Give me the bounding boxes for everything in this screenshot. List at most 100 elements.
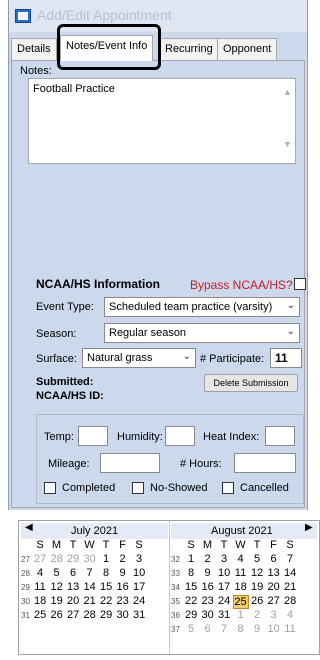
calendar-day[interactable]: 22 [185, 595, 197, 607]
bypass-checkbox[interactable] [294, 278, 306, 290]
calendar-day[interactable]: 19 [251, 581, 263, 593]
calendar-day[interactable]: 3 [268, 609, 280, 621]
season-select[interactable]: Regular season ⌄ [104, 323, 300, 343]
completed-checkbox[interactable] [44, 482, 56, 494]
calendar-day[interactable]: 30 [84, 553, 96, 565]
calendar-day[interactable]: 7 [218, 623, 230, 635]
mileage-input[interactable] [100, 453, 160, 473]
calendar-day[interactable]: 22 [100, 595, 112, 607]
notes-scrollbar[interactable]: ▲ ▼ [279, 79, 295, 163]
notes-textarea[interactable]: Football Practice ▲ ▼ [28, 78, 296, 164]
humidity-input[interactable] [165, 426, 195, 446]
calendar-day[interactable]: 14 [284, 567, 296, 579]
calendar-day[interactable]: 6 [202, 623, 214, 635]
delete-submission-button[interactable]: Delete Submission [204, 374, 298, 392]
calendar-day[interactable]: 11 [235, 567, 247, 579]
calendar-day[interactable]: 7 [284, 553, 296, 565]
calendar-day[interactable]: 8 [185, 567, 197, 579]
calendar-day[interactable]: 6 [67, 567, 79, 579]
calendar-day[interactable]: 23 [202, 595, 214, 607]
calendar-day[interactable]: 7 [84, 567, 96, 579]
calendar-day[interactable]: 17 [133, 581, 145, 593]
calendar-day[interactable]: 2 [117, 553, 129, 565]
calendar-day[interactable]: 28 [284, 595, 296, 607]
calendar-day[interactable]: 30 [202, 609, 214, 621]
calendar-day[interactable]: 31 [133, 609, 145, 621]
calendar-day[interactable]: 4 [284, 609, 296, 621]
tab-notes-event-info[interactable]: Notes/Event Info [60, 35, 154, 61]
no-showed-checkbox[interactable] [132, 482, 144, 494]
calendar-day[interactable]: 1 [235, 609, 247, 621]
tab-opponent[interactable]: Opponent [217, 38, 278, 60]
scroll-up-icon[interactable]: ▲ [283, 87, 292, 97]
calendar-day[interactable]: 6 [268, 553, 280, 565]
calendar-day[interactable]: 15 [100, 581, 112, 593]
calendar-day[interactable]: 21 [84, 595, 96, 607]
calendar-day[interactable]: 5 [185, 623, 197, 635]
temp-input[interactable] [78, 426, 108, 446]
calendar-day[interactable]: 10 [268, 623, 280, 635]
cancelled-checkbox[interactable] [222, 482, 234, 494]
calendar-day[interactable]: 25 [34, 609, 46, 621]
calendar-day[interactable]: 21 [284, 581, 296, 593]
calendar-day[interactable]: 5 [51, 567, 63, 579]
calendar-day[interactable]: 24 [133, 595, 145, 607]
calendar-day[interactable]: 11 [284, 623, 296, 635]
calendar-day[interactable]: 29 [100, 609, 112, 621]
calendar-day[interactable]: 10 [218, 567, 230, 579]
calendar-day[interactable]: 16 [202, 581, 214, 593]
calendar-day[interactable]: 24 [218, 595, 230, 607]
calendar-day[interactable]: 1 [100, 553, 112, 565]
calendar-day[interactable]: 12 [251, 567, 263, 579]
calendar-day[interactable]: 2 [202, 553, 214, 565]
heat-index-input[interactable] [265, 426, 295, 446]
calendar-day[interactable]: 1 [185, 553, 197, 565]
tab-recurring[interactable]: Recurring [159, 38, 219, 60]
calendar-day[interactable]: 29 [185, 609, 197, 621]
calendar-day[interactable]: 4 [34, 567, 46, 579]
calendar-day[interactable]: 15 [185, 581, 197, 593]
calendar-day[interactable]: 18 [235, 581, 247, 593]
calendar-day[interactable]: 26 [251, 595, 263, 607]
calendar-day[interactable]: 13 [268, 567, 280, 579]
surface-select[interactable]: Natural grass ⌄ [82, 348, 196, 368]
calendar-day[interactable]: 27 [268, 595, 280, 607]
calendar-day[interactable]: 23 [117, 595, 129, 607]
calendar-day[interactable]: 27 [34, 553, 46, 565]
event-type-select[interactable]: Scheduled team practice (varsity) ⌄ [104, 297, 300, 317]
calendar-day[interactable]: 29 [67, 553, 79, 565]
calendar-day[interactable]: 3 [218, 553, 230, 565]
calendar-day[interactable]: 9 [202, 567, 214, 579]
calendar-day[interactable]: 18 [34, 595, 46, 607]
next-month-arrow-icon[interactable]: ▶ [305, 522, 313, 533]
calendar-day[interactable]: 8 [100, 567, 112, 579]
prev-month-arrow-icon[interactable]: ◀ [25, 522, 33, 533]
calendar-day[interactable]: 2 [251, 609, 263, 621]
scroll-down-icon[interactable]: ▼ [283, 139, 292, 149]
calendar-day[interactable]: 14 [84, 581, 96, 593]
calendar-day[interactable]: 11 [34, 581, 46, 593]
calendar-day[interactable]: 10 [133, 567, 145, 579]
calendar-day[interactable]: 28 [84, 609, 96, 621]
calendar-day[interactable]: 9 [251, 623, 263, 635]
calendar-day[interactable]: 20 [67, 595, 79, 607]
calendar-day[interactable]: 27 [67, 609, 79, 621]
calendar-day[interactable]: 5 [251, 553, 263, 565]
participate-input[interactable]: 11 [270, 348, 302, 368]
calendar-day[interactable]: 30 [117, 609, 129, 621]
calendar-day[interactable]: 3 [133, 553, 145, 565]
calendar-day[interactable]: 4 [235, 553, 247, 565]
calendar-day[interactable]: 12 [51, 581, 63, 593]
calendar-day[interactable]: 8 [235, 623, 247, 635]
calendar-day[interactable]: 26 [51, 609, 63, 621]
hours-input[interactable] [234, 453, 296, 473]
tab-details[interactable]: Details [11, 38, 57, 60]
calendar-day[interactable]: 16 [117, 581, 129, 593]
calendar-day[interactable]: 31 [218, 609, 230, 621]
calendar-day[interactable]: 28 [51, 553, 63, 565]
calendar-day-today[interactable]: 25 [232, 595, 249, 609]
calendar-day[interactable]: 19 [51, 595, 63, 607]
calendar-day[interactable]: 17 [218, 581, 230, 593]
calendar-day[interactable]: 13 [67, 581, 79, 593]
calendar-day[interactable]: 9 [117, 567, 129, 579]
